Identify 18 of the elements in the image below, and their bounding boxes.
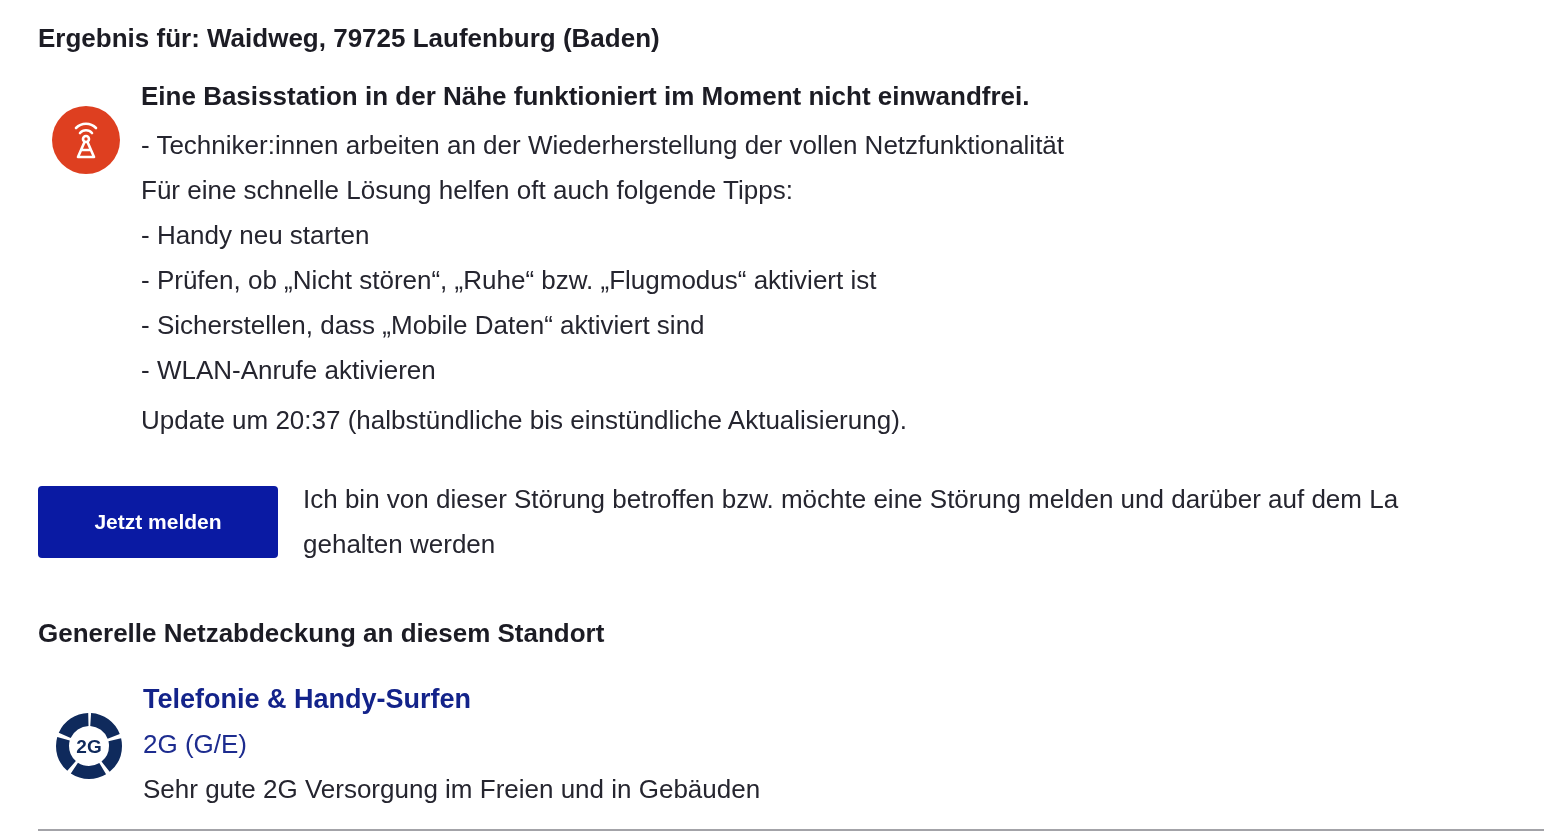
coverage-description: Sehr gute 2G Versorgung im Freien und in Gebäuden: [143, 773, 761, 806]
outage-text-line: - Sicherstellen, dass „Mobile Daten“ aktiviert sind: [141, 309, 705, 342]
outage-text-line: Für eine schnelle Lösung helfen oft auch folgende Tipps:: [141, 174, 793, 207]
report-description: Ich bin von dieser Störung betroffen bzw. möchte eine Störung melden und darüber auf dem La gehalten werden: [303, 483, 1399, 561]
outage-text-line: - WLAN-Anrufe aktivieren: [141, 354, 436, 387]
segmented-ring-icon: [56, 713, 122, 779]
outage-title: Eine Basisstation in der Nähe funktioniert im Moment nicht einwandfrei.: [141, 80, 1030, 113]
coverage-heading: Generelle Netzabdeckung an diesem Standort: [38, 617, 605, 650]
network-generation-label: 2G: [76, 736, 102, 756]
coverage-technology: 2G (G/E): [143, 728, 247, 761]
coverage-title: Telefonie & Handy-Surfen: [143, 683, 472, 716]
outage-text-line: - Techniker:innen arbeiten an der Wiederherstellung der vollen Netzfunktionalität: [141, 129, 1065, 162]
outage-text-line: - Handy neu starten: [141, 219, 370, 252]
outage-text-line: - Prüfen, ob „Nicht stören“, „Ruhe“ bzw. „Flugmodus“ aktiviert ist: [141, 264, 877, 297]
report-button[interactable]: Jetzt melden: [38, 486, 278, 558]
antenna-tower-icon: [52, 106, 120, 174]
result-heading: Ergebnis für: Waidweg, 79725 Laufenburg (Baden): [38, 22, 660, 55]
update-note: Update um 20:37 (halbstündliche bis einstündliche Aktualisierung).: [141, 404, 908, 437]
